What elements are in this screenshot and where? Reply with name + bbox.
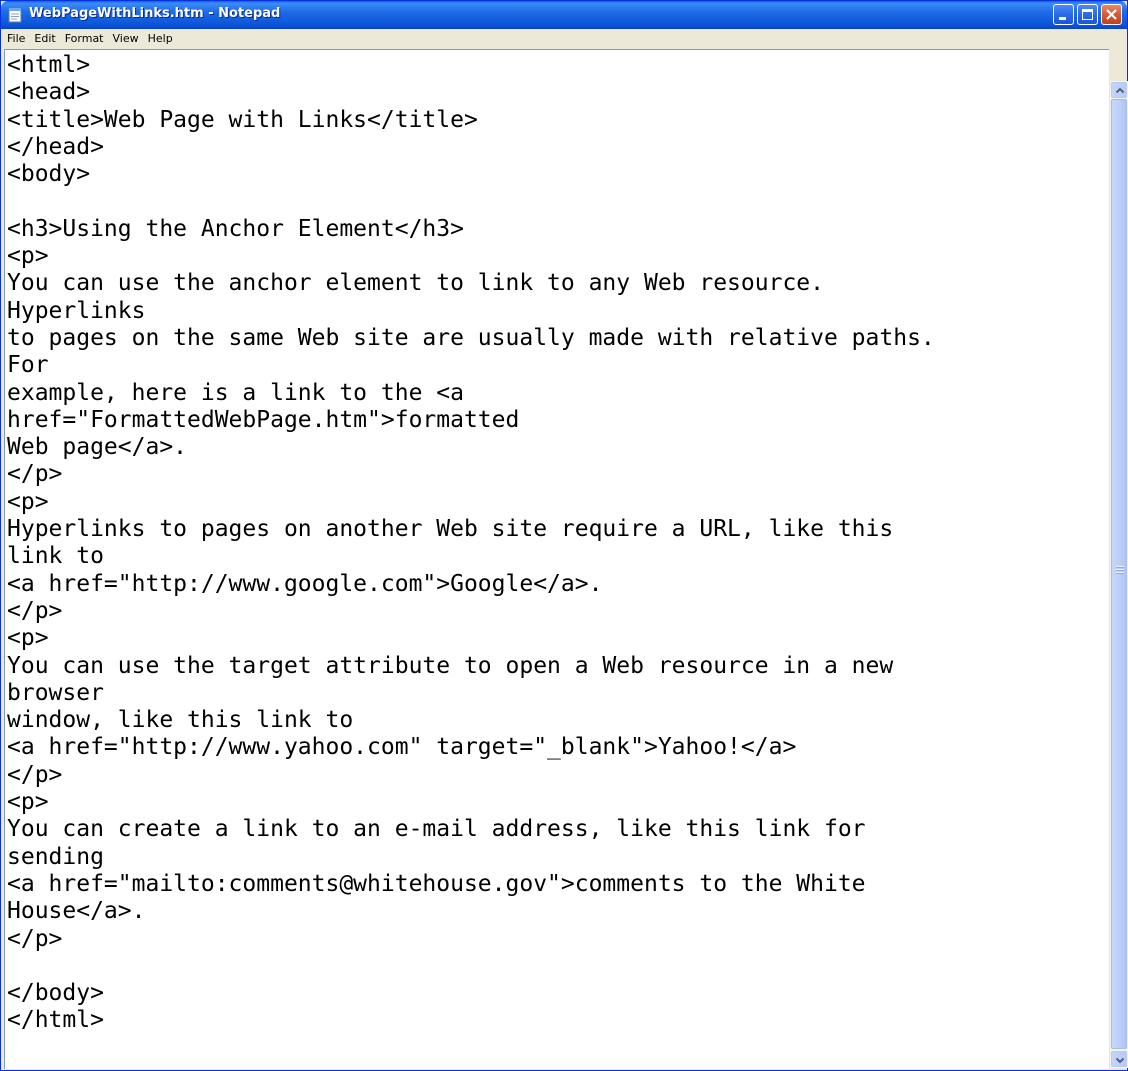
notepad-icon — [8, 7, 22, 23]
editor-line: browser — [7, 679, 104, 706]
menu-help[interactable]: Help — [143, 29, 177, 46]
editor-line: House</a>. — [7, 898, 146, 925]
editor-line: Web page</a>. — [7, 434, 188, 461]
editor-line: Hyperlinks — [7, 297, 146, 324]
editor-line: <body> — [7, 161, 91, 188]
scroll-down-button[interactable] — [1111, 1051, 1127, 1067]
editor-line: <h3>Using the Anchor Element</h3> — [7, 215, 464, 242]
scroll-up-arrow-icon — [1115, 87, 1125, 94]
menu-view[interactable]: View — [108, 29, 143, 46]
editor-line: </p> — [7, 761, 63, 788]
menu-format[interactable]: Format — [60, 29, 108, 46]
editor-text[interactable]: <html> <head> <title>Web Page with Links… — [7, 52, 935, 1035]
window-title: WebPageWithLinks.htm - Notepad — [29, 6, 281, 21]
minimize-button[interactable] — [1053, 4, 1074, 25]
notepad-window: WebPageWithLinks.htm - Notepad File Edit F… — [0, 0, 1128, 1071]
maximize-button[interactable] — [1077, 4, 1098, 25]
editor-line: <p> — [7, 488, 49, 515]
editor-line: </head> — [7, 133, 104, 160]
editor-line: <p> — [7, 789, 49, 816]
editor-line: You can use the target attribute to open… — [7, 652, 894, 679]
scroll-down-arrow-icon — [1115, 1057, 1125, 1064]
close-button[interactable] — [1101, 4, 1122, 25]
editor-line: link to — [7, 543, 104, 570]
minimize-icon — [1059, 17, 1066, 20]
editor-line: <p> — [7, 625, 49, 652]
editor-line: <head> — [7, 79, 91, 106]
editor-line: You can use the anchor element to link t… — [7, 270, 824, 297]
editor-line: <html> — [7, 52, 91, 78]
menu-bar: File Edit Format View Help — [2, 29, 1126, 48]
vertical-scrollbar[interactable] — [1109, 81, 1128, 1068]
close-icon — [1106, 9, 1117, 20]
editor-line: <a href="http://www.yahoo.com" target="_… — [7, 734, 797, 761]
menu-file[interactable]: File — [2, 29, 29, 46]
editor-line: sending — [7, 843, 104, 870]
scroll-thumb[interactable] — [1111, 99, 1127, 1049]
editor-line: </p> — [7, 925, 63, 952]
editor-line: <title>Web Page with Links</title> — [7, 106, 478, 133]
text-editor[interactable]: <html> <head> <title>Web Page with Links… — [4, 49, 1109, 1069]
editor-line: </html> — [7, 1007, 104, 1034]
editor-line: window, like this link to — [7, 707, 354, 734]
menu-edit[interactable]: Edit — [29, 29, 59, 46]
scroll-up-button[interactable] — [1111, 82, 1127, 98]
editor-line: For — [7, 352, 49, 379]
editor-line: Hyperlinks to pages on another Web site … — [7, 516, 894, 543]
editor-line: <p> — [7, 243, 49, 270]
editor-line: <a href="mailto:comments@whitehouse.gov"… — [7, 870, 866, 897]
title-bar[interactable]: WebPageWithLinks.htm - Notepad — [1, 1, 1127, 29]
editor-line: </p> — [7, 597, 63, 624]
editor-line: <a href="http://www.google.com">Google</… — [7, 570, 603, 597]
maximize-icon — [1082, 9, 1093, 20]
scroll-grip-icon — [1116, 566, 1124, 574]
editor-line: </body> — [7, 980, 104, 1007]
editor-line: to pages on the same Web site are usuall… — [7, 324, 935, 351]
editor-line: </p> — [7, 461, 63, 488]
editor-line: example, here is a link to the <a — [7, 379, 464, 406]
editor-line: href="FormattedWebPage.htm">formatted — [7, 406, 520, 433]
editor-line: You can create a link to an e-mail addre… — [7, 816, 866, 843]
